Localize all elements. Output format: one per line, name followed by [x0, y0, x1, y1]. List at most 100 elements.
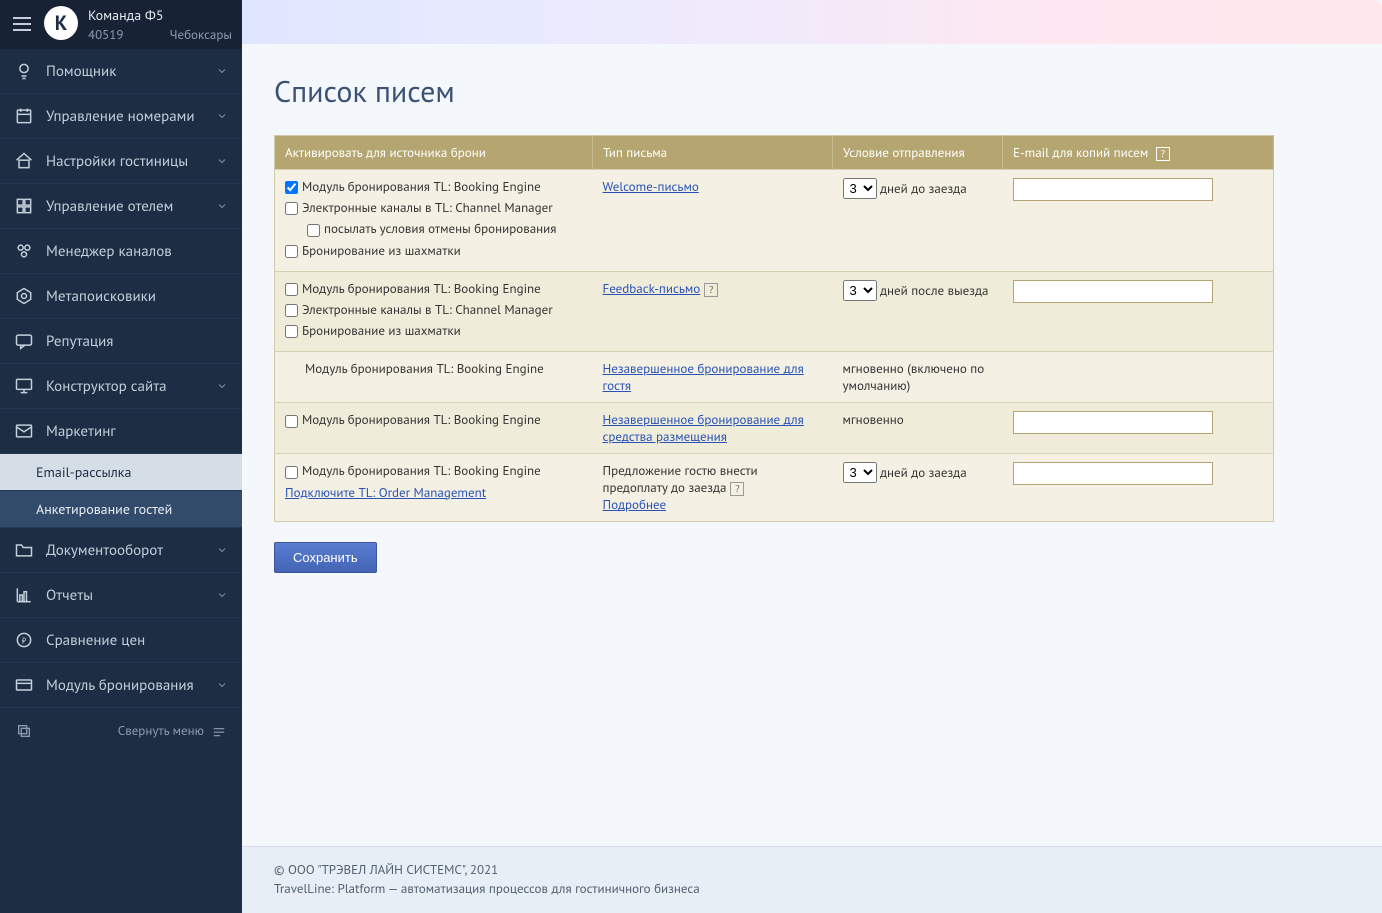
source-checkbox-row[interactable]: Модуль бронирования TL: Booking Engine [285, 280, 583, 298]
chart-icon [14, 585, 34, 605]
grid-icon [14, 196, 34, 216]
content: Список писем Активировать для источника … [242, 44, 1382, 913]
sidebar-item-envelope[interactable]: Маркетинг [0, 409, 242, 454]
menu-lines-icon [212, 724, 226, 738]
source-checkbox[interactable] [285, 415, 298, 428]
folder-icon [14, 540, 34, 560]
page-title: Список писем [274, 72, 1382, 111]
chevron-down-icon [216, 155, 228, 167]
save-button[interactable]: Сохранить [274, 542, 377, 573]
nav-label: Документооборот [46, 541, 216, 560]
footer-tagline: TravelLine: Platform — автоматизация про… [274, 880, 1382, 897]
sidebar-item-hexagon[interactable]: Метапоисковики [0, 274, 242, 319]
lightbulb-icon [14, 61, 34, 81]
col-source: Активировать для источника брони [275, 136, 593, 170]
account-id: 40519 [88, 26, 123, 43]
nav-label: Настройки гостиницы [46, 152, 216, 171]
source-checkbox-row[interactable]: Бронирование из шахматки [285, 322, 583, 340]
sidebar: K Команда Ф5 40519 Чебоксары Помощник Упр… [0, 0, 242, 913]
copy-icon [16, 723, 32, 739]
help-icon[interactable]: ? [704, 283, 718, 297]
condition-suffix: дней до заезда [877, 464, 967, 481]
sidebar-item-gear-cluster[interactable]: Менеджер каналов [0, 229, 242, 274]
coin-icon: ₽ [14, 630, 34, 650]
chevron-down-icon [216, 200, 228, 212]
envelope-icon [14, 421, 34, 441]
email-copy-input[interactable] [1013, 178, 1213, 201]
nav-label: Модуль бронирования [46, 676, 216, 695]
chevron-down-icon [216, 110, 228, 122]
sidebar-item-chat[interactable]: Репутация [0, 319, 242, 364]
source-checkbox[interactable] [307, 224, 320, 237]
letter-type-link[interactable]: Незавершенное бронирование для гостя [603, 360, 804, 394]
sidebar-item-grid[interactable]: Управление отелем [0, 184, 242, 229]
city-label: Чебоксары [170, 26, 232, 43]
help-icon[interactable]: ? [1156, 147, 1170, 161]
col-email: E-mail для копий писем ? [1003, 136, 1274, 170]
main-area: Список писем Активировать для источника … [242, 0, 1382, 913]
letter-type-link[interactable]: Welcome-письмо [603, 178, 699, 195]
chevron-down-icon [216, 544, 228, 556]
gear-cluster-icon [14, 241, 34, 261]
chevron-down-icon [216, 679, 228, 691]
logo: K [44, 6, 78, 40]
nav-label: Помощник [46, 62, 216, 81]
email-copy-input[interactable] [1013, 411, 1213, 434]
col-condition: Условие отправления [833, 136, 1003, 170]
source-checkbox-row[interactable]: посылать условия отмены бронирования [285, 220, 583, 238]
source-checkbox[interactable] [285, 304, 298, 317]
calendar-icon [14, 106, 34, 126]
sidebar-item-lightbulb[interactable]: Помощник [0, 49, 242, 94]
home-icon [14, 151, 34, 171]
source-checkbox[interactable] [285, 202, 298, 215]
nav-label: Маркетинг [46, 422, 228, 441]
chat-icon [14, 331, 34, 351]
sidebar-item-calendar[interactable]: Управление номерами [0, 94, 242, 139]
extra-link[interactable]: Подключите TL: Order Management [285, 484, 486, 501]
collapse-menu-button[interactable]: Свернуть меню [0, 708, 242, 753]
source-checkbox-row[interactable]: Модуль бронирования TL: Booking Engine [285, 411, 583, 429]
footer: © ООО "ТРЭВЕЛ ЛАЙН СИСТЕМС", 2021 Travel… [242, 846, 1382, 913]
source-checkbox[interactable] [285, 466, 298, 479]
footer-copyright: © ООО "ТРЭВЕЛ ЛАЙН СИСТЕМС", 2021 [274, 861, 1382, 878]
more-link[interactable]: Подробнее [603, 496, 667, 513]
top-gradient-bar [242, 0, 1382, 44]
sidebar-item-monitor[interactable]: Конструктор сайта [0, 364, 242, 409]
source-checkbox[interactable] [285, 245, 298, 258]
nav-label: Менеджер каналов [46, 242, 228, 261]
sidebar-item-home[interactable]: Настройки гостиницы [0, 139, 242, 184]
chevron-down-icon [216, 380, 228, 392]
source-checkbox-row[interactable]: Модуль бронирования TL: Booking Engine [285, 178, 583, 196]
sidebar-item-folder[interactable]: Документооборот [0, 528, 242, 573]
condition-text: мгновенно [843, 411, 904, 428]
source-checkbox-row[interactable]: Модуль бронирования TL: Booking Engine [285, 462, 583, 480]
team-name: Команда Ф5 [88, 6, 232, 24]
svg-text:₽: ₽ [22, 636, 27, 646]
monitor-icon [14, 376, 34, 396]
days-select[interactable]: 3 [843, 280, 877, 301]
col-type: Тип письма [593, 136, 833, 170]
help-icon[interactable]: ? [730, 482, 744, 496]
days-select[interactable]: 3 [843, 462, 877, 483]
source-checkbox-row[interactable]: Электронные каналы в TL: Channel Manager [285, 301, 583, 319]
hamburger-icon[interactable] [10, 12, 34, 36]
source-checkbox[interactable] [285, 283, 298, 296]
source-checkbox-row[interactable]: Бронирование из шахматки [285, 242, 583, 260]
nav-label: Конструктор сайта [46, 377, 216, 396]
sidebar-item-coin[interactable]: ₽Сравнение цен [0, 618, 242, 663]
sidebar-item-chart[interactable]: Отчеты [0, 573, 242, 618]
sidebar-subitem[interactable]: Анкетирование гостей [0, 491, 242, 528]
email-copy-input[interactable] [1013, 280, 1213, 303]
email-copy-input[interactable] [1013, 462, 1213, 485]
letter-type-link[interactable]: Незавершенное бронирование для средства … [603, 411, 804, 445]
source-checkbox[interactable] [285, 325, 298, 338]
source-checkbox[interactable] [285, 181, 298, 194]
letters-table: Активировать для источника брони Тип пис… [274, 135, 1274, 522]
sidebar-item-card[interactable]: Модуль бронирования [0, 663, 242, 708]
letter-type-link[interactable]: Feedback-письмо [603, 280, 701, 297]
card-icon [14, 675, 34, 695]
collapse-label: Свернуть меню [118, 722, 204, 739]
source-checkbox-row[interactable]: Электронные каналы в TL: Channel Manager [285, 199, 583, 217]
days-select[interactable]: 3 [843, 178, 877, 199]
sidebar-subitem[interactable]: Email-рассылка [0, 454, 242, 491]
